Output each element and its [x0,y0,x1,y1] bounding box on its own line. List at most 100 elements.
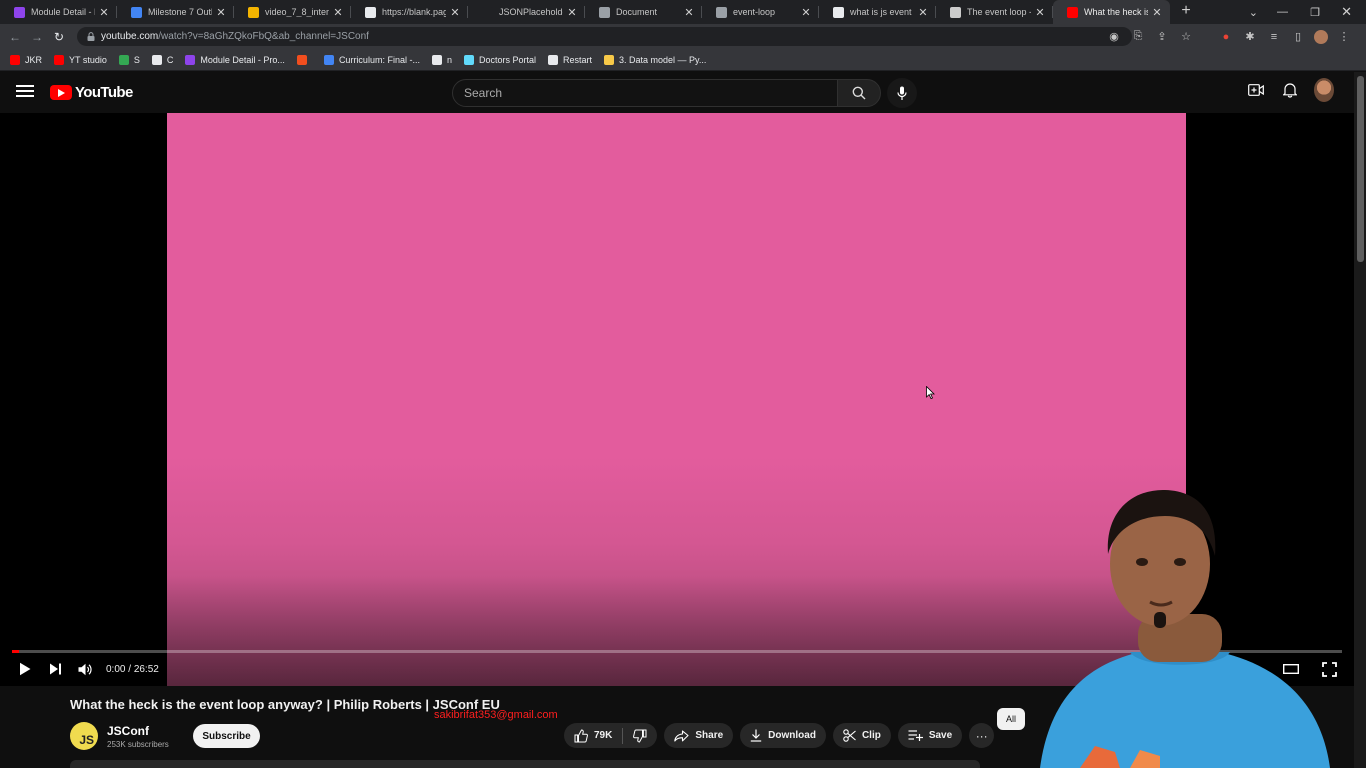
tab-favicon-icon [716,6,727,18]
bookmark-item[interactable]: S [118,54,140,65]
bookmarks-bar: JKR YT studio S C Module Detail - Pro... Curr… [0,49,1366,71]
extensions-puzzle-icon[interactable]: ✱ [1242,30,1258,43]
bookmark-label: Restart [563,54,593,65]
save-button[interactable]: Save [897,723,963,748]
browser-tab[interactable]: https://blank.page ✕ [351,0,468,24]
bookmark-item[interactable]: C [151,54,174,65]
speaker-webcam-overlay [1040,489,1330,768]
google-lens-icon[interactable]: ◉ [1106,30,1122,43]
subscribe-button[interactable]: Subscribe [193,724,260,748]
clip-button[interactable]: Clip [832,723,891,748]
tab-close-icon[interactable]: ✕ [1152,6,1162,19]
tab-close-icon[interactable]: ✕ [567,6,577,19]
browser-tab[interactable]: video_7_8_interview ✕ [234,0,351,24]
address-bar[interactable]: youtube.com/watch?v=8aGhZQkoFbQ&ab_chann… [77,27,1132,46]
tab-close-icon[interactable]: ✕ [801,6,811,19]
thumbs-up-icon[interactable] [574,728,588,743]
tab-favicon-icon [1067,6,1078,18]
youtube-wordmark: YouTube [75,84,133,101]
browser-tab[interactable]: JSONPlaceholder - ✕ [468,0,585,24]
channel-avatar[interactable]: JS [70,722,98,750]
menu-icon[interactable] [16,85,34,100]
bookmark-star-icon[interactable]: ☆ [1178,30,1194,43]
bookmark-label: Doctors Portal [478,54,536,65]
youtube-logo[interactable]: YouTube [50,84,133,101]
channel-info: JS JSConf 253K subscribers [70,720,169,752]
tab-close-icon[interactable]: ✕ [333,6,343,19]
chrome-menu-icon[interactable]: ⋮ [1336,30,1352,43]
minimize-button[interactable]: — [1277,0,1288,24]
browser-tab[interactable]: Milestone 7 Outline ✕ [117,0,234,24]
bookmark-item[interactable]: Doctors Portal [463,54,536,65]
browser-tab[interactable]: The event loop - Ja ✕ [936,0,1053,24]
bookmark-label: Module Detail - Pro... [200,54,285,65]
extension-icon[interactable]: ● [1218,31,1234,43]
download-button[interactable]: Download [740,723,826,748]
bookmark-favicon-icon [118,54,129,65]
bookmark-item[interactable]: Module Detail - Pro... [185,54,285,65]
play-button[interactable] [10,656,40,682]
tab-close-icon[interactable]: ✕ [216,6,226,19]
voice-search-button[interactable] [887,78,917,108]
reload-button[interactable]: ↻ [48,26,70,48]
browser-tab[interactable]: Document ✕ [585,0,702,24]
tab-close-icon[interactable]: ✕ [1035,6,1045,19]
profile-avatar-icon[interactable] [1314,29,1328,44]
tab-favicon-icon [365,6,376,18]
next-button[interactable] [40,656,70,682]
close-window-button[interactable]: ✕ [1341,0,1352,24]
like-divider [622,727,624,744]
browser-tab[interactable]: what is js event loop ✕ [819,0,936,24]
search-button[interactable] [837,79,881,107]
channel-name[interactable]: JSConf [107,724,169,738]
tab-close-icon[interactable]: ✕ [918,6,928,19]
restore-button[interactable]: ❐ [1310,0,1320,24]
tab-title: What the heck is th [1084,7,1148,17]
browser-toolbar: ← → ↻ youtube.com/watch?v=8aGhZQkoFbQ&ab… [0,24,1366,49]
account-button[interactable] [1314,78,1334,102]
create-video-button[interactable] [1246,80,1266,100]
bookmark-item[interactable]: Curriculum: Final -... [323,54,420,65]
bookmark-item[interactable] [296,54,312,65]
reading-list-icon[interactable]: ≡ [1266,31,1282,43]
notifications-button[interactable] [1280,80,1300,100]
new-tab-button[interactable]: + [1174,0,1198,24]
page-scrollbar[interactable] [1354,72,1366,768]
volume-icon [78,663,92,675]
tab-search-icon[interactable]: ⌄ [1249,0,1258,24]
mute-button[interactable] [70,656,100,682]
forward-button[interactable]: → [26,26,48,48]
bookmark-label: n [446,54,452,65]
bell-icon [1283,83,1297,98]
thumbs-down-icon[interactable] [633,729,647,743]
tab-close-icon[interactable]: ✕ [450,6,460,19]
bookmark-item[interactable]: Restart [548,54,593,65]
youtube-masthead: YouTube Search [0,72,1354,113]
browser-tab[interactable]: event-loop ✕ [702,0,819,24]
more-actions-button[interactable]: ··· [969,723,995,748]
search-icon [852,86,866,100]
install-app-icon[interactable]: ⎘ [1130,30,1146,43]
bookmark-item[interactable]: n [431,54,452,65]
side-panel-icon[interactable]: ▯ [1290,30,1306,43]
bookmark-item[interactable]: YT studio [54,54,107,65]
tab-close-icon[interactable]: ✕ [684,6,694,19]
back-button[interactable]: ← [4,26,26,48]
share-button[interactable]: Share [664,723,734,748]
time-display: 0:00 / 26:52 [106,663,159,675]
bookmark-favicon-icon [323,54,334,65]
bookmark-item[interactable]: JKR [10,54,42,65]
share-page-icon[interactable]: ⇪ [1154,30,1170,43]
like-count[interactable]: 79K [594,730,612,741]
microphone-icon [897,86,907,100]
search-input[interactable]: Search [452,79,838,107]
browser-tab[interactable]: Module Detail - Pro ✕ [0,0,117,24]
scrollbar-thumb[interactable] [1357,76,1364,262]
next-icon [49,663,61,675]
description-box[interactable] [70,760,980,768]
bookmark-item[interactable]: 3. Data model — Py... [604,54,706,65]
tab-close-icon[interactable]: ✕ [99,6,109,19]
bookmark-label: C [166,54,174,65]
browser-tab[interactable]: What the heck is th ✕ [1053,0,1170,24]
filter-chip-all[interactable]: All [997,708,1025,730]
